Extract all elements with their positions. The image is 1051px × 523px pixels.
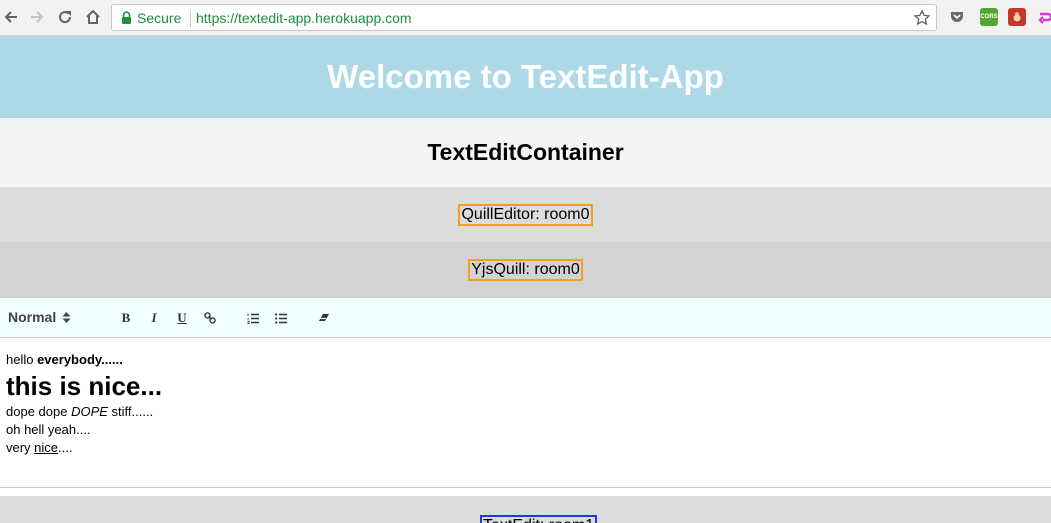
reload-button[interactable] (54, 6, 76, 28)
pocket-extension-icon[interactable] (948, 8, 966, 26)
bold-button[interactable]: B (116, 308, 136, 328)
header-format-value: Normal (8, 309, 57, 325)
header-format-select[interactable]: Normal (8, 309, 71, 325)
yjs-quill-band: YjsQuill: room0 (0, 242, 1051, 297)
container-title: TextEditContainer (427, 139, 624, 165)
back-button[interactable] (0, 6, 22, 28)
underline-button[interactable]: U (172, 308, 192, 328)
editor-bold-text: everybody...... (37, 352, 123, 367)
address-separator (190, 10, 191, 27)
underline-label: U (177, 310, 187, 325)
arrow-extension-icon[interactable] (1036, 8, 1051, 26)
bold-label: B (121, 310, 131, 325)
app-title: Welcome to TextEdit-App (327, 58, 724, 95)
editor-text: very (6, 440, 35, 455)
quill-editor-room-label: QuillEditor: room0 (458, 203, 593, 226)
home-icon (86, 9, 100, 24)
address-bar[interactable]: Secure https://textedit-app.herokuapp.co… (111, 4, 937, 31)
editor-line: very nice.... (6, 439, 1045, 457)
cors-extension-label: CORS (980, 14, 998, 20)
editor-underline-text: nice (34, 440, 59, 455)
link-icon (204, 312, 216, 324)
clean-format-icon (319, 314, 329, 321)
editor-text: .... (58, 440, 73, 455)
editor-line: oh hell yeah.... (6, 422, 91, 437)
ordered-list-icon (247, 313, 259, 324)
ordered-list-button[interactable] (243, 308, 263, 328)
italic-label: I (151, 310, 157, 325)
browser-toolbar: Secure https://textedit-app.herokuapp.co… (0, 0, 1051, 36)
page-content: Welcome to TextEdit-App TextEditContaine… (0, 36, 1051, 523)
editor-line: dope dope DOPE stiff...... (6, 403, 1045, 421)
bug-extension-icon[interactable] (1008, 8, 1026, 26)
app-header-banner: Welcome to TextEdit-App (0, 36, 1051, 118)
quill-editor-area[interactable]: hello everybody...... this is nice... do… (0, 338, 1051, 488)
home-button[interactable] (82, 6, 104, 28)
editor-text: stiff...... (107, 404, 154, 419)
forward-button[interactable] (26, 6, 48, 28)
textedit-room-label: TextEdit: room1 (480, 515, 598, 523)
bullet-list-icon (275, 312, 287, 324)
secure-label: Secure (137, 10, 182, 26)
lock-icon (122, 11, 131, 24)
italic-button[interactable]: I (144, 308, 164, 328)
yjs-quill-room-label: YjsQuill: room0 (468, 258, 583, 281)
bullet-list-button[interactable] (271, 308, 291, 328)
link-button[interactable] (200, 308, 220, 328)
clean-format-button[interactable] (314, 308, 334, 328)
editor-text: hello (6, 352, 38, 367)
editor-heading: this is nice... (6, 371, 163, 401)
editor-text: dope dope (6, 404, 72, 419)
select-arrows-icon (62, 311, 71, 323)
forward-arrow-icon (31, 11, 44, 23)
quill-editor-band: QuillEditor: room0 (0, 187, 1051, 242)
editor-italic-text: DOPE (71, 404, 108, 419)
textedit-room1-band: TextEdit: room1 (0, 496, 1051, 523)
editor-line: hello everybody...... (6, 351, 1045, 369)
reload-icon (59, 11, 72, 24)
editor-toolbar: Normal B I U (0, 297, 1051, 338)
container-header: TextEditContainer (0, 118, 1051, 187)
back-arrow-icon (4, 11, 17, 23)
section-spacer (0, 488, 1051, 496)
bookmark-star-icon[interactable] (913, 9, 931, 27)
url-text[interactable]: https://textedit-app.herokuapp.com (196, 10, 412, 26)
cors-extension-icon[interactable]: CORS (980, 8, 998, 26)
